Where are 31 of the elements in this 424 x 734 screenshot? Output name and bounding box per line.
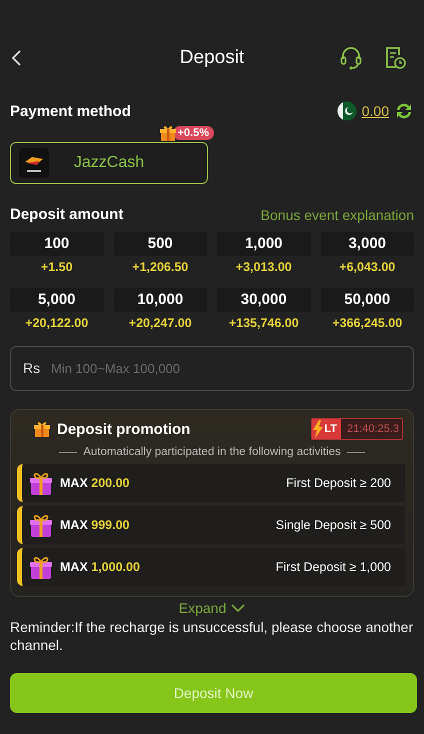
promotion-condition: First Deposit ≥ 1,000 xyxy=(276,560,391,574)
section-title: Deposit amount xyxy=(10,206,124,223)
bonus-badge: +0.5% xyxy=(172,126,214,140)
refresh-icon[interactable] xyxy=(394,101,414,121)
chevron-down-icon xyxy=(231,604,246,612)
wallet-logo-icon xyxy=(19,148,49,178)
countdown-timer: 21:40:25.3 xyxy=(346,423,400,435)
gift-icon xyxy=(28,512,54,538)
headset-icon[interactable] xyxy=(340,46,362,70)
max-bonus: MAX 200.00 xyxy=(60,476,130,490)
flag-icon xyxy=(336,101,357,121)
reminder-text: Reminder:If the recharge is unsuccessful, please choose another channel. xyxy=(10,618,414,654)
history-icon[interactable] xyxy=(384,46,406,70)
max-bonus: MAX 1,000.00 xyxy=(60,560,141,574)
promotion-condition: First Deposit ≥ 200 xyxy=(286,476,391,490)
currency-prefix: Rs xyxy=(23,360,40,376)
promotion-subtitle: Automatically participated in the following activities xyxy=(83,446,341,458)
payment-method-card[interactable]: JazzCash xyxy=(10,142,208,184)
max-bonus: MAX 999.00 xyxy=(60,518,130,532)
gift-icon xyxy=(28,554,54,580)
expand-button[interactable]: Expand xyxy=(178,600,246,616)
promotion-condition: Single Deposit ≥ 500 xyxy=(276,518,391,532)
gift-icon xyxy=(158,124,176,142)
balance-amount: 0.00 xyxy=(362,103,389,119)
gift-icon xyxy=(33,420,51,438)
limited-time-badge: LT xyxy=(312,419,341,439)
page-title: Deposit xyxy=(180,47,244,69)
section-title: Payment method xyxy=(10,102,131,120)
gift-icon xyxy=(28,470,54,496)
promotion-title: Deposit promotion xyxy=(57,420,192,438)
bonus-explanation-link[interactable]: Bonus event explanation xyxy=(260,206,414,222)
